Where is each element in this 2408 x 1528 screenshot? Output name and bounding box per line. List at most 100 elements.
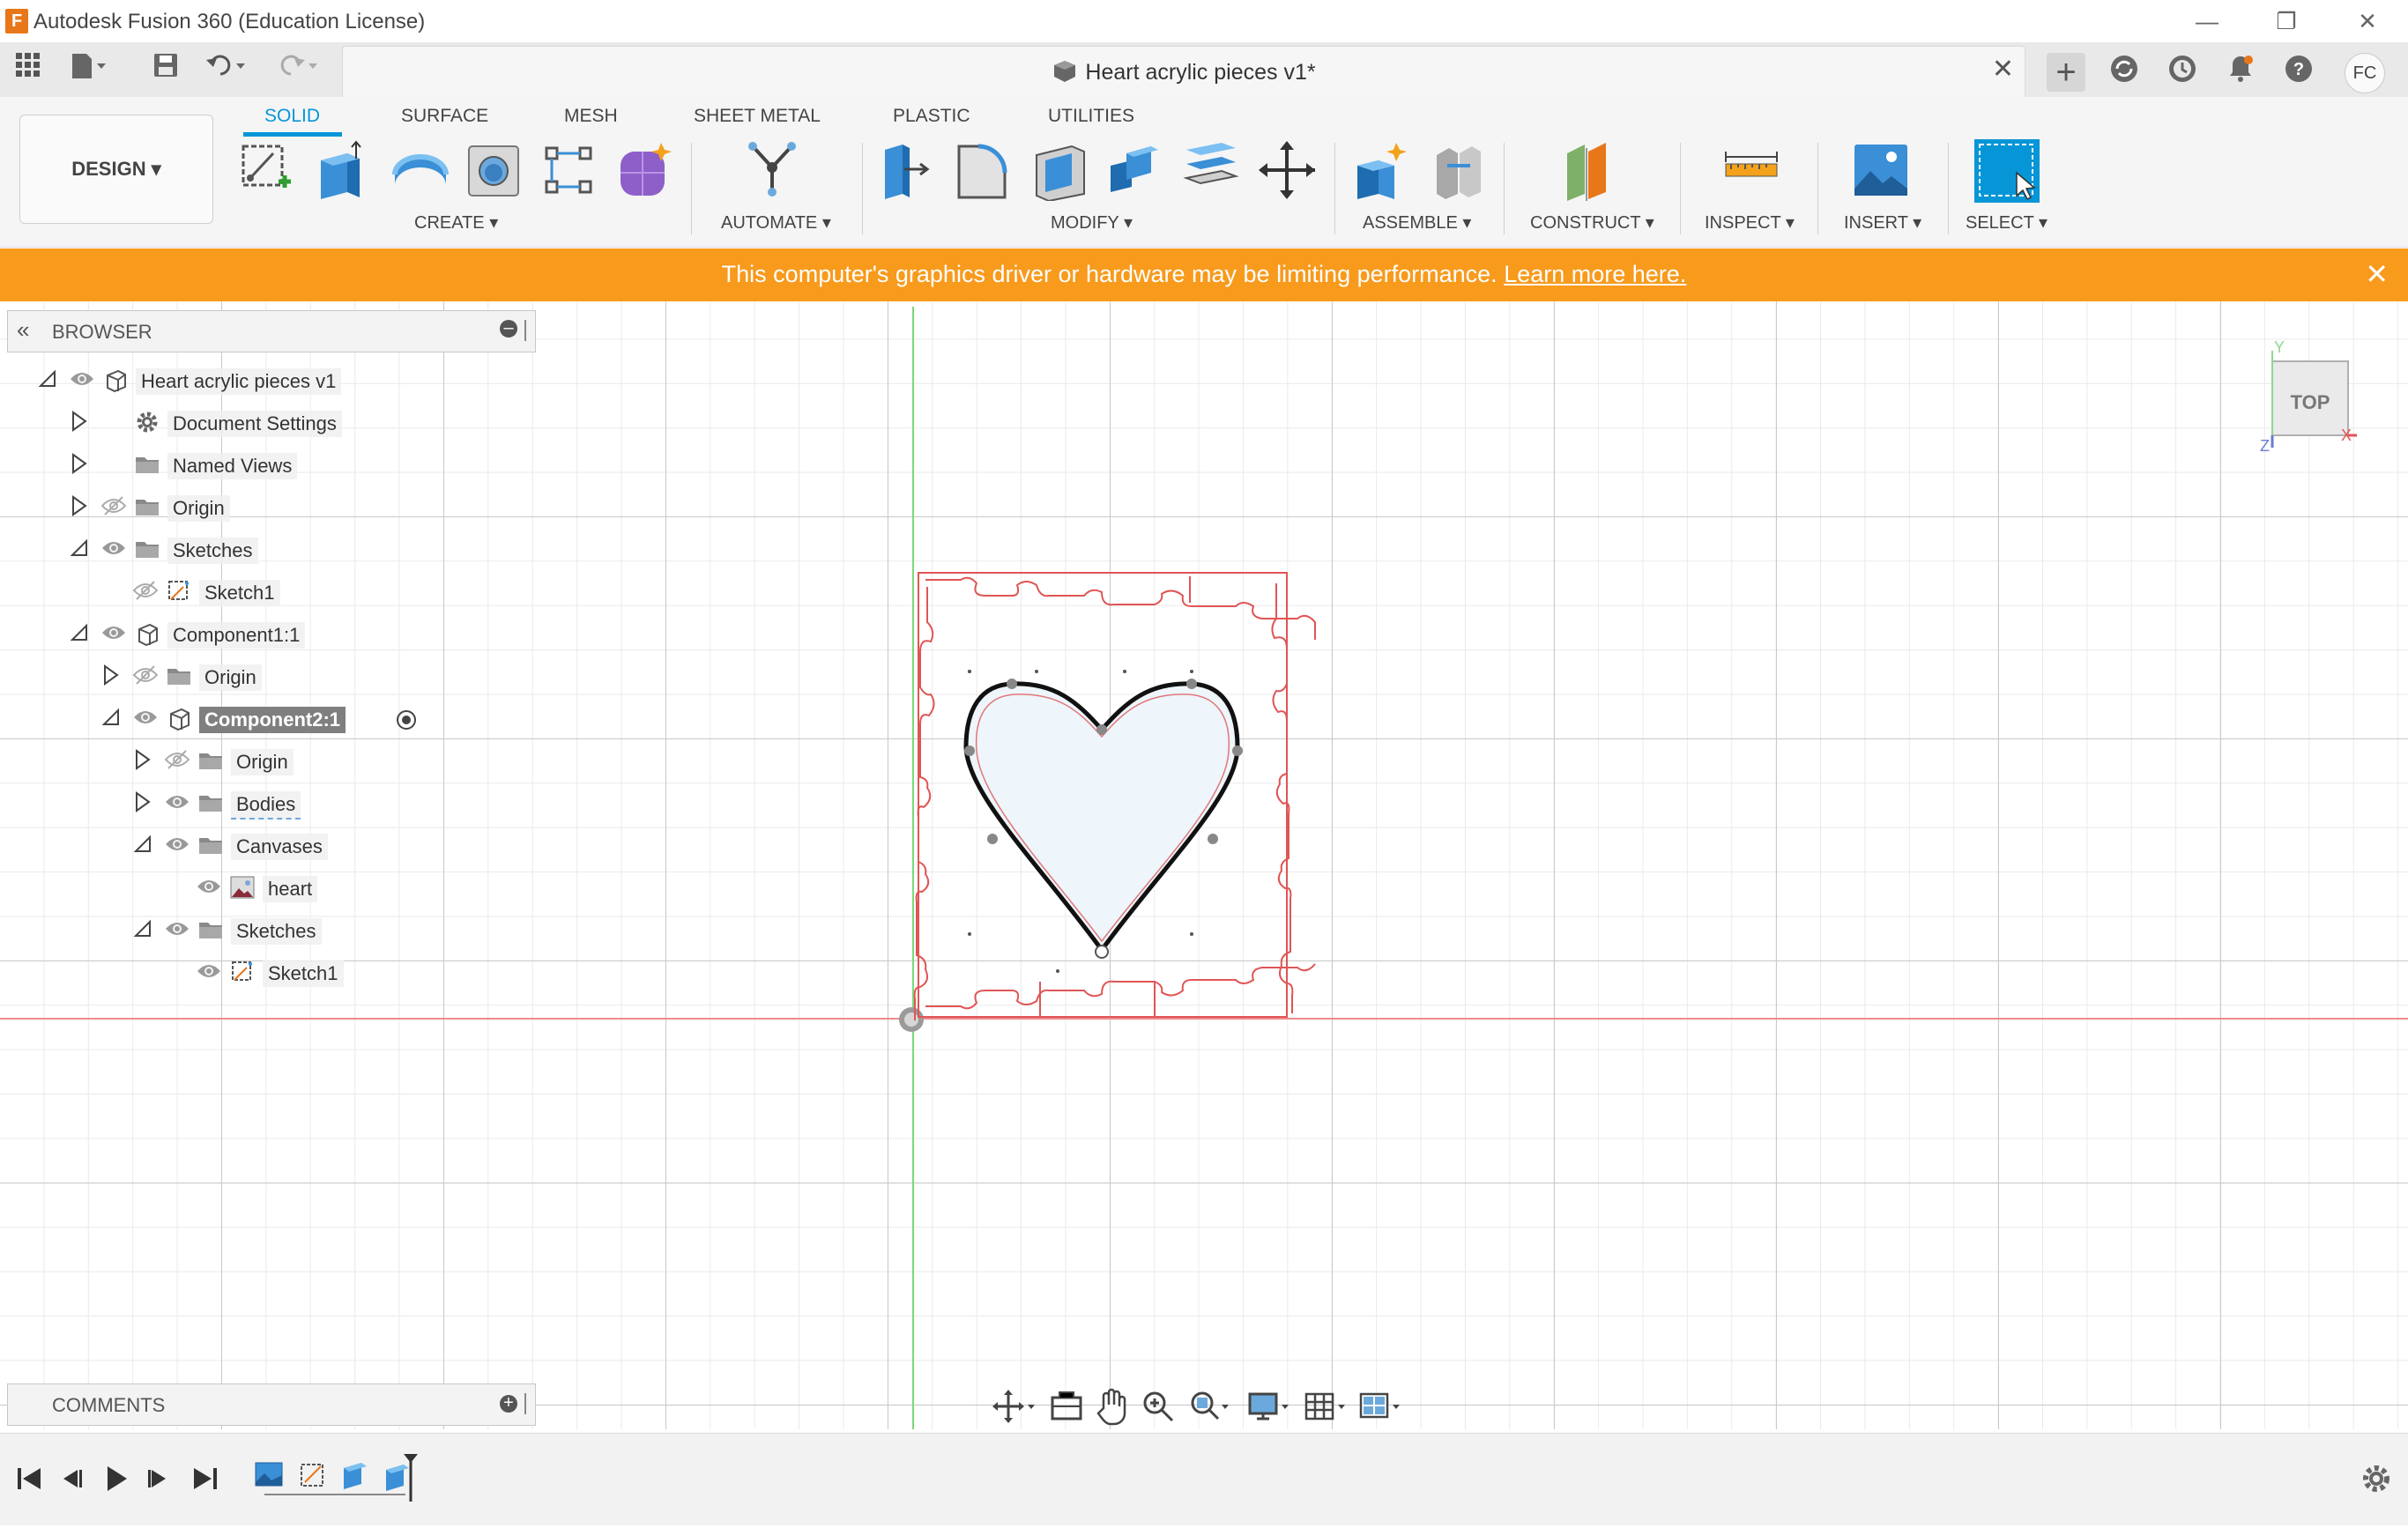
file-menu-icon[interactable] [69, 51, 108, 86]
tab-mesh[interactable]: MESH [564, 106, 618, 127]
browser-node-component1[interactable]: Component1:1 [0, 615, 529, 654]
notifications-icon[interactable] [2221, 53, 2260, 92]
document-tab[interactable]: Heart acrylic pieces v1* ✕ [342, 46, 2025, 98]
browser-node-component2-sketches[interactable]: Sketches [0, 911, 529, 950]
dismiss-banner-icon[interactable]: ✕ [2365, 257, 2389, 291]
tab-surface[interactable]: SURFACE [401, 106, 488, 127]
go-to-start-icon[interactable] [12, 1463, 48, 1495]
browser-node-component2-sketch1[interactable]: Sketch1 [0, 953, 529, 992]
orbit-icon[interactable] [992, 1387, 1038, 1426]
close-tab-icon[interactable]: ✕ [1992, 54, 2014, 85]
collapsed-arrow-icon[interactable] [69, 495, 90, 516]
display-settings-icon[interactable] [1246, 1387, 1292, 1426]
viewcube[interactable]: TOP Y X Z [2260, 338, 2357, 455]
visibility-off-icon[interactable] [132, 664, 159, 687]
browser-node-sketches[interactable]: Sketches [0, 530, 529, 569]
extrude-icon[interactable] [314, 139, 372, 201]
add-comment-icon[interactable]: + [500, 1394, 517, 1413]
collapse-panel-icon[interactable]: « [17, 316, 29, 344]
minimize-icon[interactable]: — [2181, 4, 2233, 39]
browser-node-document-settings[interactable]: Document Settings [0, 404, 529, 442]
press-pull-icon[interactable] [878, 139, 936, 201]
create-form-icon[interactable] [617, 139, 675, 201]
group-automate[interactable]: AUTOMATE ▾ [721, 211, 831, 234]
new-component-icon[interactable] [1352, 139, 1410, 201]
browser-node-named-views[interactable]: Named Views [0, 446, 529, 485]
fillet-icon[interactable] [954, 139, 1012, 201]
tab-plastic[interactable]: PLASTIC [893, 106, 970, 127]
viewports-icon[interactable] [1357, 1387, 1403, 1426]
tab-solid[interactable]: SOLID [264, 106, 320, 127]
visibility-on-icon[interactable] [100, 538, 127, 560]
browser-collapse-icon[interactable]: – [500, 319, 517, 337]
browser-node-root-document[interactable]: Heart acrylic pieces v1 [0, 361, 529, 400]
visibility-off-icon[interactable] [100, 495, 127, 518]
fit-icon[interactable] [1186, 1387, 1232, 1426]
visibility-on-icon[interactable] [164, 791, 190, 814]
automate-icon[interactable] [746, 139, 804, 201]
shell-icon[interactable] [1031, 139, 1089, 203]
pattern-icon[interactable] [541, 139, 599, 201]
step-forward-icon[interactable] [141, 1463, 176, 1495]
grid-snaps-icon[interactable] [1303, 1387, 1349, 1426]
expanded-arrow-icon[interactable] [37, 368, 58, 389]
help-icon[interactable]: ? [2279, 53, 2318, 92]
visibility-on-icon[interactable] [196, 961, 222, 983]
learn-more-link[interactable]: Learn more here. [1504, 261, 1686, 287]
browser-node-component2-origin[interactable]: Origin [0, 742, 529, 781]
expanded-arrow-icon[interactable] [132, 834, 153, 855]
browser-node-origin[interactable]: Origin [0, 488, 529, 527]
visibility-on-icon[interactable] [164, 834, 190, 857]
browser-node-component2[interactable]: Component2:1 [0, 700, 529, 738]
visibility-off-icon[interactable] [132, 580, 159, 603]
collapsed-arrow-icon[interactable] [100, 664, 122, 686]
group-construct[interactable]: CONSTRUCT ▾ [1530, 211, 1654, 234]
joint-icon[interactable] [1430, 139, 1488, 201]
hole-icon[interactable] [465, 139, 524, 201]
play-icon[interactable] [99, 1463, 134, 1495]
visibility-on-icon[interactable] [164, 918, 190, 941]
expanded-arrow-icon[interactable] [69, 622, 90, 643]
insert-image-icon[interactable] [1853, 139, 1911, 201]
browser-node-bodies[interactable]: Bodies [0, 784, 529, 823]
collapsed-arrow-icon[interactable] [69, 453, 90, 474]
tab-utilities[interactable]: UTILITIES [1048, 106, 1134, 127]
measure-icon[interactable] [1722, 139, 1780, 201]
restore-icon[interactable]: ❐ [2260, 4, 2313, 39]
workspace-switcher[interactable]: DESIGN ▾ [19, 115, 213, 224]
group-assemble[interactable]: ASSEMBLE ▾ [1363, 211, 1471, 234]
collapsed-arrow-icon[interactable] [132, 791, 153, 812]
go-to-end-icon[interactable] [187, 1463, 222, 1495]
visibility-on-icon[interactable] [100, 622, 127, 645]
pan-icon[interactable] [1093, 1387, 1139, 1426]
app-grid-icon[interactable] [9, 51, 48, 86]
create-sketch-icon[interactable] [238, 139, 296, 201]
group-insert[interactable]: INSERT ▾ [1844, 211, 1921, 234]
expanded-arrow-icon[interactable] [132, 918, 153, 939]
step-back-icon[interactable] [55, 1463, 90, 1495]
group-create[interactable]: CREATE ▾ [414, 211, 498, 234]
zoom-icon[interactable] [1139, 1387, 1185, 1426]
group-select[interactable]: SELECT ▾ [1966, 211, 2048, 234]
browser-node-canvas-heart[interactable]: heart [0, 869, 529, 908]
collapsed-arrow-icon[interactable] [132, 749, 153, 770]
panel-pin-icon[interactable] [524, 320, 526, 341]
timeline-settings-icon[interactable] [2359, 1461, 2394, 1496]
browser-node-sketch1[interactable]: Sketch1 [0, 573, 529, 612]
revolve-icon[interactable] [391, 139, 450, 201]
panel-pin-icon[interactable] [524, 1393, 526, 1414]
new-tab-icon[interactable]: + [2047, 53, 2085, 92]
move-icon[interactable] [1259, 139, 1317, 201]
activate-component-radio[interactable] [395, 708, 421, 735]
browser-node-component1-origin[interactable]: Origin [0, 657, 529, 696]
offset-plane-icon[interactable] [1562, 139, 1620, 201]
group-inspect[interactable]: INSPECT ▾ [1705, 211, 1795, 234]
history-icon[interactable] [2163, 53, 2202, 92]
expanded-arrow-icon[interactable] [69, 538, 90, 559]
visibility-off-icon[interactable] [164, 749, 190, 772]
redo-icon[interactable] [273, 51, 317, 86]
browser-node-canvases[interactable]: Canvases [0, 827, 529, 865]
combine-icon[interactable] [1105, 139, 1163, 201]
offset-face-icon[interactable] [1183, 139, 1241, 201]
visibility-on-icon[interactable] [69, 368, 95, 391]
